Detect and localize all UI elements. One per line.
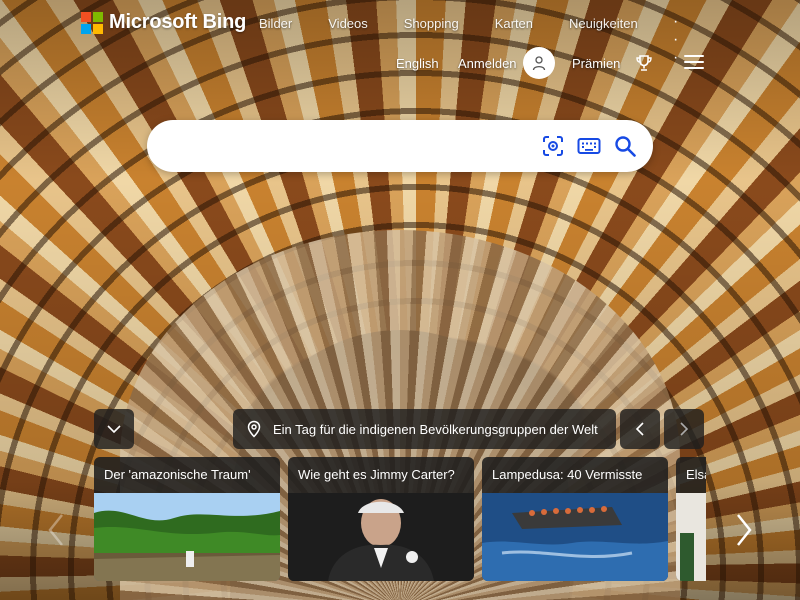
nav-item-videos[interactable]: Videos [328,16,368,31]
nav-item-news[interactable]: Neuigkeiten [569,16,638,31]
next-image-button[interactable] [664,409,704,449]
collapse-button[interactable] [94,409,134,449]
bing-logo[interactable]: Microsoft Bing [81,11,246,34]
news-card[interactable]: Elsa [676,457,706,581]
previous-image-button[interactable] [620,409,660,449]
language-link[interactable]: English [396,56,439,71]
profile-button[interactable] [523,47,555,79]
camera-scan-icon[interactable] [541,134,565,158]
chevron-down-icon [107,425,121,434]
header: Microsoft Bing Bilder Videos Shopping Ka… [0,0,800,66]
nav-item-maps[interactable]: Karten [495,16,533,31]
news-card-title: Elsa [686,467,706,482]
chevron-left-icon [635,422,644,436]
carousel-prev-icon[interactable] [44,512,68,548]
keyboard-icon[interactable] [577,134,601,158]
news-card-image [482,493,668,581]
location-pin-icon [247,420,261,438]
image-info-bar[interactable]: Ein Tag für die indigenen Bevölkerungsgr… [233,409,616,449]
hamburger-icon[interactable] [684,55,704,71]
news-carousel: Der 'amazonische Traum' Wie geht es Jimm… [94,457,706,581]
news-card-title: Wie geht es Jimmy Carter? [298,467,455,482]
microsoft-logo-icon [81,11,103,34]
image-caption: Ein Tag für die indigenen Bevölkerungsgr… [273,421,598,437]
news-card[interactable]: Wie geht es Jimmy Carter? [288,457,474,581]
news-card-image [288,493,474,581]
news-card[interactable]: Der 'amazonische Traum' [94,457,280,581]
search-icon[interactable] [613,134,637,158]
news-card-image [94,493,280,581]
person-icon [532,56,546,71]
trophy-icon[interactable] [635,54,653,72]
chevron-right-icon [680,422,689,436]
search-input[interactable] [169,132,529,160]
news-card-title: Lampedusa: 40 Vermisste [492,467,643,482]
news-card[interactable]: Lampedusa: 40 Vermisste [482,457,668,581]
nav-item-shopping[interactable]: Shopping [404,16,459,31]
top-nav: Bilder Videos Shopping Karten Neuigkeite… [259,13,678,66]
nav-item-images[interactable]: Bilder [259,16,292,31]
brand-name: Microsoft Bing [109,11,247,33]
account-row: English Anmelden Prämien [0,47,800,79]
news-card-image [676,493,706,581]
rewards-link[interactable]: Prämien [572,56,620,71]
signin-link[interactable]: Anmelden [458,56,517,71]
search-box [147,120,653,172]
news-card-title: Der 'amazonische Traum' [104,467,251,482]
carousel-next-icon[interactable] [732,512,756,548]
